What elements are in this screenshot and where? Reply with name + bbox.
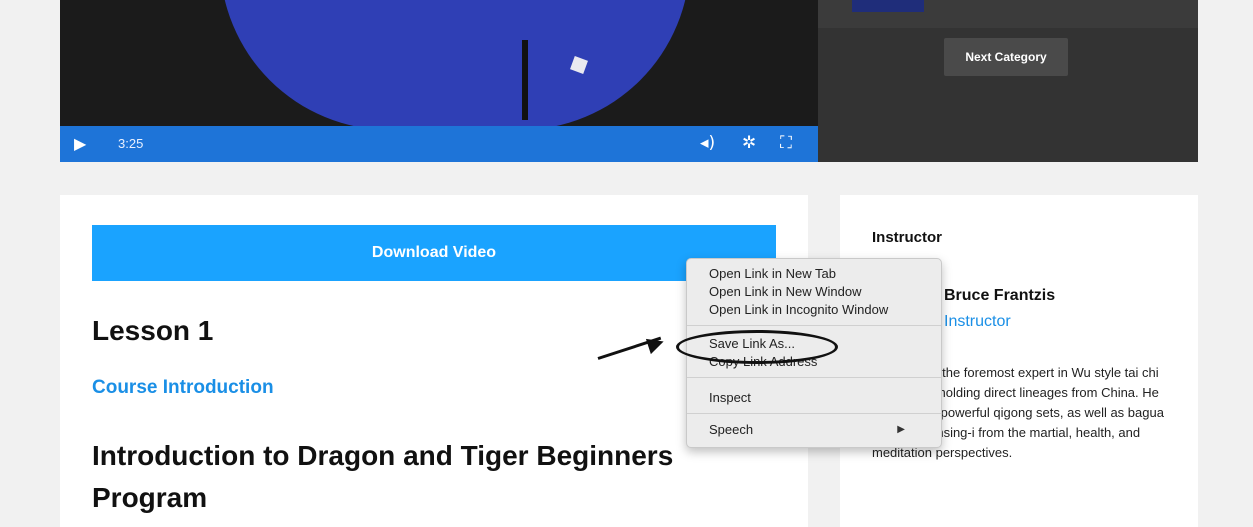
annotation-ellipse: [676, 330, 838, 364]
thumbnail[interactable]: [852, 0, 924, 12]
menu-item-speech[interactable]: Speech ▶: [709, 421, 919, 439]
menu-separator: [687, 377, 941, 378]
submenu-arrow-icon: ▶: [897, 424, 905, 435]
next-category-button[interactable]: Next Category: [944, 38, 1068, 76]
video-controls: ▶ 3:25 ◂) ✲ ⛶: [60, 126, 818, 162]
download-video-button[interactable]: Download Video: [92, 225, 776, 281]
lesson-title: Lesson 1: [92, 315, 214, 346]
video-sidebar: Next Category: [818, 0, 1198, 162]
menu-item-open-new-tab[interactable]: Open Link in New Tab: [709, 265, 836, 283]
menu-item-open-incognito[interactable]: Open Link in Incognito Window: [709, 301, 888, 319]
video-player[interactable]: ▶ 3:25 ◂) ✲ ⛶: [60, 0, 818, 162]
menu-item-speech-label: Speech: [709, 422, 754, 437]
thumbnail-strip: [818, 0, 1198, 28]
course-introduction-link[interactable]: Course Introduction: [92, 377, 274, 399]
menu-separator: [687, 325, 941, 326]
menu-item-open-new-window[interactable]: Open Link in New Window: [709, 283, 861, 301]
settings-icon[interactable]: ✲: [742, 133, 756, 153]
video-time: 3:25: [118, 136, 144, 151]
instructor-heading: Instructor: [872, 229, 943, 246]
instructor-role[interactable]: Instructor: [944, 313, 1011, 331]
volume-icon[interactable]: ◂): [700, 133, 715, 153]
menu-separator: [687, 413, 941, 414]
play-icon[interactable]: ▶: [74, 134, 86, 153]
video-frame: [220, 0, 690, 130]
fullscreen-icon[interactable]: ⛶: [780, 133, 792, 153]
menu-item-inspect[interactable]: Inspect: [709, 389, 751, 407]
program-title: Introduction to Dragon and Tiger Beginne…: [92, 440, 674, 513]
video-detail: [522, 40, 528, 120]
instructor-name: Bruce Frantzis: [944, 287, 1056, 304]
